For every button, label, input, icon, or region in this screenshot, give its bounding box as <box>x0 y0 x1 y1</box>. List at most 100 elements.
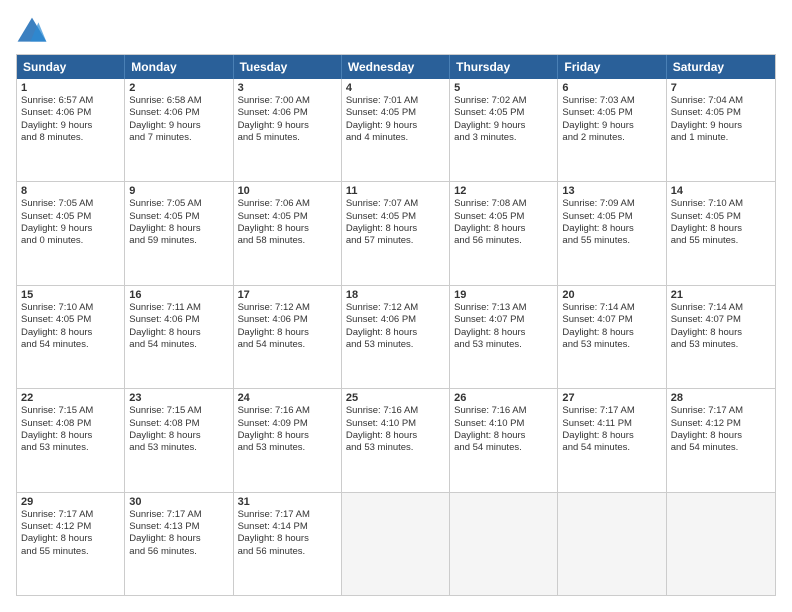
calendar-row-5: 29 Sunrise: 7:17 AM Sunset: 4:12 PM Dayligh… <box>17 492 775 595</box>
daylight-label: Daylight: 8 hours <box>238 327 337 339</box>
daylight-label: Daylight: 8 hours <box>21 430 120 442</box>
day-number: 20 <box>562 289 661 301</box>
sunrise-text: Sunrise: 7:17 AM <box>562 405 661 417</box>
sunrise-text: Sunrise: 7:10 AM <box>671 198 771 210</box>
daylight-duration: and 53 minutes. <box>671 339 771 351</box>
sunset-text: Sunset: 4:06 PM <box>238 107 337 119</box>
sunrise-text: Sunrise: 7:01 AM <box>346 95 445 107</box>
day-number: 17 <box>238 289 337 301</box>
day-number: 25 <box>346 392 445 404</box>
daylight-duration: and 8 minutes. <box>21 132 120 144</box>
empty-cell <box>667 493 775 595</box>
calendar-body: 1Sunrise: 6:57 AMSunset: 4:06 PMDaylight… <box>17 79 775 595</box>
sunset-text: Sunset: 4:12 PM <box>21 521 120 533</box>
day-number: 4 <box>346 82 445 94</box>
day-cell-9: 9Sunrise: 7:05 AMSunset: 4:05 PMDaylight… <box>125 182 233 284</box>
daylight-duration: and 54 minutes. <box>562 442 661 454</box>
day-cell-12: 12Sunrise: 7:08 AMSunset: 4:05 PMDayligh… <box>450 182 558 284</box>
daylight-label: Daylight: 9 hours <box>671 120 771 132</box>
day-number: 1 <box>21 82 120 94</box>
day-cell-15: 15Sunrise: 7:10 AMSunset: 4:05 PMDayligh… <box>17 286 125 388</box>
header-day-tuesday: Tuesday <box>234 55 342 79</box>
sunrise-text: Sunrise: 7:17 AM <box>129 509 228 521</box>
daylight-duration: and 55 minutes. <box>671 235 771 247</box>
daylight-duration: and 7 minutes. <box>129 132 228 144</box>
daylight-label: Daylight: 8 hours <box>562 223 661 235</box>
sunrise-text: Sunrise: 7:16 AM <box>346 405 445 417</box>
day-number: 18 <box>346 289 445 301</box>
day-cell-14: 14Sunrise: 7:10 AMSunset: 4:05 PMDayligh… <box>667 182 775 284</box>
daylight-duration: and 1 minute. <box>671 132 771 144</box>
daylight-duration: and 56 minutes. <box>454 235 553 247</box>
day-cell-10: 10Sunrise: 7:06 AMSunset: 4:05 PMDayligh… <box>234 182 342 284</box>
daylight-duration: and 56 minutes. <box>129 546 228 558</box>
daylight-label: Daylight: 9 hours <box>346 120 445 132</box>
day-number: 10 <box>238 185 337 197</box>
empty-cell <box>342 493 450 595</box>
day-cell-26: 26Sunrise: 7:16 AMSunset: 4:10 PMDayligh… <box>450 389 558 491</box>
daylight-label: Daylight: 8 hours <box>21 327 120 339</box>
header-day-monday: Monday <box>125 55 233 79</box>
day-cell-24: 24Sunrise: 7:16 AMSunset: 4:09 PMDayligh… <box>234 389 342 491</box>
day-cell-21: 21Sunrise: 7:14 AMSunset: 4:07 PMDayligh… <box>667 286 775 388</box>
day-number: 21 <box>671 289 771 301</box>
daylight-duration: and 55 minutes. <box>562 235 661 247</box>
day-number: 5 <box>454 82 553 94</box>
daylight-label: Daylight: 9 hours <box>238 120 337 132</box>
day-number: 14 <box>671 185 771 197</box>
daylight-duration: and 5 minutes. <box>238 132 337 144</box>
sunset-text: Sunset: 4:06 PM <box>346 314 445 326</box>
day-number: 12 <box>454 185 553 197</box>
day-cell-13: 13Sunrise: 7:09 AMSunset: 4:05 PMDayligh… <box>558 182 666 284</box>
daylight-duration: and 54 minutes. <box>21 339 120 351</box>
daylight-duration: and 54 minutes. <box>129 339 228 351</box>
sunrise-text: Sunrise: 6:58 AM <box>129 95 228 107</box>
sunrise-text: Sunrise: 7:05 AM <box>21 198 120 210</box>
daylight-label: Daylight: 8 hours <box>129 430 228 442</box>
sunset-text: Sunset: 4:05 PM <box>129 211 228 223</box>
day-cell-27: 27Sunrise: 7:17 AMSunset: 4:11 PMDayligh… <box>558 389 666 491</box>
daylight-label: Daylight: 9 hours <box>21 223 120 235</box>
day-number: 29 <box>21 496 120 508</box>
day-number: 2 <box>129 82 228 94</box>
sunset-text: Sunset: 4:07 PM <box>671 314 771 326</box>
sunrise-text: Sunrise: 7:09 AM <box>562 198 661 210</box>
sunset-text: Sunset: 4:08 PM <box>129 418 228 430</box>
daylight-label: Daylight: 9 hours <box>129 120 228 132</box>
sunset-text: Sunset: 4:07 PM <box>454 314 553 326</box>
daylight-label: Daylight: 9 hours <box>454 120 553 132</box>
daylight-label: Daylight: 8 hours <box>129 223 228 235</box>
empty-cell <box>450 493 558 595</box>
day-number: 8 <box>21 185 120 197</box>
sunrise-text: Sunrise: 7:12 AM <box>238 302 337 314</box>
day-number: 30 <box>129 496 228 508</box>
day-number: 13 <box>562 185 661 197</box>
daylight-duration: and 56 minutes. <box>238 546 337 558</box>
day-cell-11: 11Sunrise: 7:07 AMSunset: 4:05 PMDayligh… <box>342 182 450 284</box>
day-cell-23: 23Sunrise: 7:15 AMSunset: 4:08 PMDayligh… <box>125 389 233 491</box>
daylight-duration: and 53 minutes. <box>129 442 228 454</box>
daylight-label: Daylight: 8 hours <box>129 533 228 545</box>
daylight-label: Daylight: 8 hours <box>671 430 771 442</box>
sunset-text: Sunset: 4:05 PM <box>238 211 337 223</box>
calendar-row-4: 22Sunrise: 7:15 AMSunset: 4:08 PMDayligh… <box>17 388 775 491</box>
daylight-duration: and 53 minutes. <box>346 339 445 351</box>
day-cell-19: 19Sunrise: 7:13 AMSunset: 4:07 PMDayligh… <box>450 286 558 388</box>
sunrise-text: Sunrise: 7:03 AM <box>562 95 661 107</box>
daylight-duration: and 59 minutes. <box>129 235 228 247</box>
daylight-label: Daylight: 8 hours <box>238 430 337 442</box>
day-cell-22: 22Sunrise: 7:15 AMSunset: 4:08 PMDayligh… <box>17 389 125 491</box>
day-cell-18: 18Sunrise: 7:12 AMSunset: 4:06 PMDayligh… <box>342 286 450 388</box>
daylight-duration: and 2 minutes. <box>562 132 661 144</box>
sunrise-text: Sunrise: 6:57 AM <box>21 95 120 107</box>
sunrise-text: Sunrise: 7:06 AM <box>238 198 337 210</box>
sunset-text: Sunset: 4:05 PM <box>671 211 771 223</box>
sunset-text: Sunset: 4:05 PM <box>346 211 445 223</box>
day-number: 11 <box>346 185 445 197</box>
sunrise-text: Sunrise: 7:17 AM <box>238 509 337 521</box>
sunrise-text: Sunrise: 7:04 AM <box>671 95 771 107</box>
sunrise-text: Sunrise: 7:00 AM <box>238 95 337 107</box>
day-cell-6: 6Sunrise: 7:03 AMSunset: 4:05 PMDaylight… <box>558 79 666 181</box>
page: SundayMondayTuesdayWednesdayThursdayFrid… <box>0 0 792 612</box>
day-number: 15 <box>21 289 120 301</box>
